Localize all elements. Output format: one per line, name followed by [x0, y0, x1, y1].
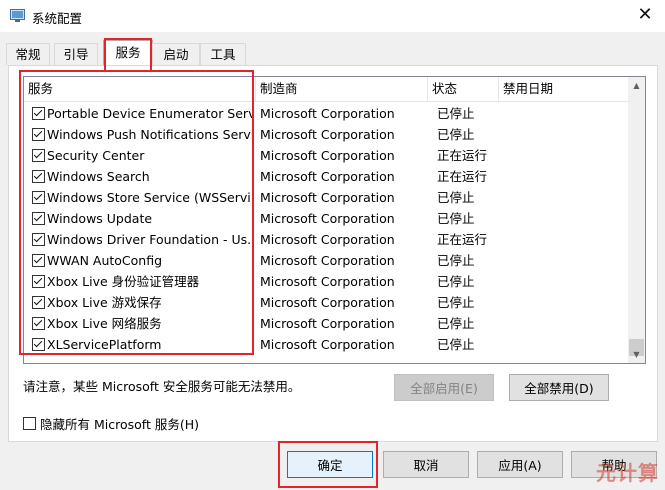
- scroll-up-arrow-icon[interactable]: ▲: [628, 77, 645, 94]
- service-name: Windows Update: [47, 211, 153, 226]
- hide-ms-label: 隐藏所有 Microsoft 服务(H): [40, 417, 199, 432]
- service-row[interactable]: XLServicePlatform Microsoft Corporation 已停…: [24, 334, 628, 355]
- service-row[interactable]: WWAN AutoConfig Microsoft Corporation 已停止: [24, 250, 628, 271]
- window-title: 系统配置: [32, 11, 83, 26]
- service-manufacturer: Microsoft Corporation: [260, 337, 395, 352]
- service-checkbox[interactable]: [32, 170, 45, 183]
- tab-services[interactable]: 服务: [103, 40, 153, 66]
- service-checkbox[interactable]: [32, 317, 45, 330]
- service-checkbox[interactable]: [32, 233, 45, 246]
- service-checkbox[interactable]: [32, 212, 45, 225]
- service-name: Windows Search: [47, 169, 150, 184]
- service-name: WWAN AutoConfig: [47, 253, 163, 268]
- service-checkbox[interactable]: [32, 191, 45, 204]
- tab-startup[interactable]: 启动: [152, 43, 200, 65]
- service-name: XLServicePlatform: [47, 337, 162, 352]
- service-row[interactable]: Xbox Live 网络服务 Microsoft Corporation 已停止: [24, 313, 628, 334]
- service-status: 已停止: [437, 253, 475, 268]
- service-checkbox[interactable]: [32, 149, 45, 162]
- tab-general[interactable]: 常规: [6, 43, 50, 65]
- service-row[interactable]: Security Center Microsoft Corporation 正在运行: [24, 145, 628, 166]
- scroll-down-arrow-icon[interactable]: ▼: [628, 346, 645, 363]
- service-manufacturer: Microsoft Corporation: [260, 295, 395, 310]
- service-name: Xbox Live 游戏保存: [47, 295, 162, 310]
- service-name: Portable Device Enumerator Serv...: [47, 106, 252, 121]
- list-header: 服务 制造商 状态 禁用日期: [24, 77, 628, 102]
- system-config-icon: [10, 9, 25, 22]
- service-checkbox[interactable]: [32, 128, 45, 141]
- close-button[interactable]: ✕: [625, 0, 665, 32]
- apply-button[interactable]: 应用(A): [477, 451, 563, 478]
- service-status: 已停止: [437, 316, 475, 331]
- service-status: 正在运行: [437, 232, 488, 247]
- service-name: Windows Push Notifications Servi...: [47, 127, 252, 142]
- service-name: Xbox Live 身份验证管理器: [47, 274, 200, 289]
- service-status: 已停止: [437, 106, 475, 121]
- service-row[interactable]: Windows Update Microsoft Corporation 已停止: [24, 208, 628, 229]
- close-icon: ✕: [637, 4, 653, 25]
- service-checkbox[interactable]: [32, 296, 45, 309]
- service-checkbox[interactable]: [32, 275, 45, 288]
- watermark: 元计算: [596, 461, 659, 485]
- service-manufacturer: Microsoft Corporation: [260, 106, 395, 121]
- ok-button[interactable]: 确定: [287, 451, 373, 478]
- service-status: 已停止: [437, 337, 475, 352]
- service-manufacturer: Microsoft Corporation: [260, 169, 395, 184]
- cancel-button[interactable]: 取消: [383, 451, 469, 478]
- column-header-disabled-date[interactable]: 禁用日期: [499, 77, 628, 101]
- hide-ms-checkbox[interactable]: [23, 417, 36, 430]
- service-manufacturer: Microsoft Corporation: [260, 211, 395, 226]
- services-list[interactable]: 服务 制造商 状态 禁用日期 Portable Device Enumerato…: [23, 76, 646, 364]
- service-name: Windows Driver Foundation - Us...: [47, 232, 252, 247]
- title-bar: 系统配置 ✕: [0, 0, 665, 32]
- service-manufacturer: Microsoft Corporation: [260, 232, 395, 247]
- service-row[interactable]: Xbox Live 游戏保存 Microsoft Corporation 已停止: [24, 292, 628, 313]
- service-status: 已停止: [437, 274, 475, 289]
- service-row[interactable]: Windows Driver Foundation - Us... Microso…: [24, 229, 628, 250]
- column-header-service[interactable]: 服务: [24, 77, 256, 101]
- service-name: Windows Store Service (WSServi...: [47, 190, 252, 205]
- service-status: 已停止: [437, 295, 475, 310]
- tab-boot[interactable]: 引导: [54, 43, 98, 65]
- service-checkbox[interactable]: [32, 254, 45, 267]
- service-manufacturer: Microsoft Corporation: [260, 316, 395, 331]
- service-row[interactable]: Windows Search Microsoft Corporation 正在运行: [24, 166, 628, 187]
- service-row[interactable]: Xbox Live 身份验证管理器 Microsoft Corporation 已停…: [24, 271, 628, 292]
- service-name: Security Center: [47, 148, 145, 163]
- service-manufacturer: Microsoft Corporation: [260, 148, 395, 163]
- service-manufacturer: Microsoft Corporation: [260, 190, 395, 205]
- service-manufacturer: Microsoft Corporation: [260, 127, 395, 142]
- service-status: 正在运行: [437, 148, 488, 163]
- service-row[interactable]: Windows Push Notifications Servi... Micro…: [24, 124, 628, 145]
- service-status: 已停止: [437, 211, 475, 226]
- service-name: Xbox Live 网络服务: [47, 316, 162, 331]
- service-manufacturer: Microsoft Corporation: [260, 274, 395, 289]
- column-header-status[interactable]: 状态: [428, 77, 499, 101]
- service-checkbox[interactable]: [32, 107, 45, 120]
- vertical-scrollbar[interactable]: ▲ ▼: [628, 77, 645, 363]
- enable-all-button[interactable]: 全部启用(E): [394, 374, 494, 401]
- service-status: 正在运行: [437, 169, 488, 184]
- service-row[interactable]: Windows Store Service (WSServi... Microso…: [24, 187, 628, 208]
- service-manufacturer: Microsoft Corporation: [260, 253, 395, 268]
- services-panel: 服务 制造商 状态 禁用日期 Portable Device Enumerato…: [8, 65, 658, 442]
- disable-all-button[interactable]: 全部禁用(D): [509, 374, 609, 401]
- service-status: 已停止: [437, 190, 475, 205]
- column-header-manufacturer[interactable]: 制造商: [256, 77, 428, 101]
- service-status: 已停止: [437, 127, 475, 142]
- service-checkbox[interactable]: [32, 338, 45, 351]
- tab-tools[interactable]: 工具: [200, 43, 246, 65]
- notice-text: 请注意，某些 Microsoft 安全服务可能无法禁用。: [23, 379, 301, 394]
- service-row[interactable]: Portable Device Enumerator Serv... Micros…: [24, 103, 628, 124]
